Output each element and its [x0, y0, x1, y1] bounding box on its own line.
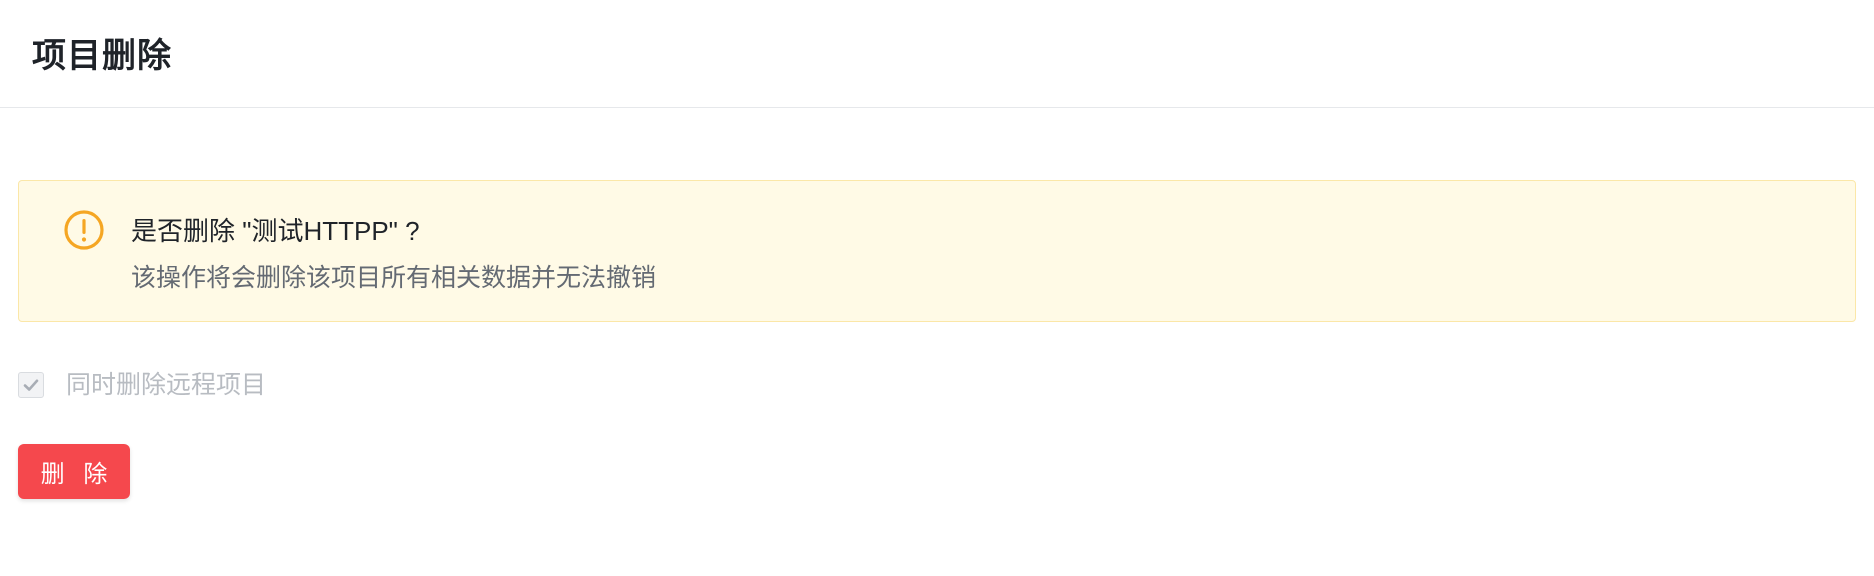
delete-remote-checkbox[interactable] — [18, 372, 44, 398]
alert-title: 是否删除 "测试HTTPP" ? — [131, 216, 420, 246]
project-delete-page: 项目删除 是否删除 "测试HTTPP" ? 该操作将会删除该项目所有相关数据并无… — [0, 0, 1874, 576]
page-header: 项目删除 — [0, 0, 1874, 108]
delete-button[interactable]: 删 除 — [18, 444, 130, 499]
alert-description: 该操作将会删除该项目所有相关数据并无法撤销 — [131, 264, 657, 292]
exclamation-circle-icon — [64, 210, 104, 250]
delete-remote-option[interactable]: 同时删除远程项目 — [18, 370, 266, 400]
checkmark-icon — [23, 379, 39, 391]
warning-alert: 是否删除 "测试HTTPP" ? 该操作将会删除该项目所有相关数据并无法撤销 — [18, 180, 1856, 322]
delete-remote-label: 同时删除远程项目 — [66, 371, 267, 399]
page-title: 项目删除 — [32, 37, 172, 75]
